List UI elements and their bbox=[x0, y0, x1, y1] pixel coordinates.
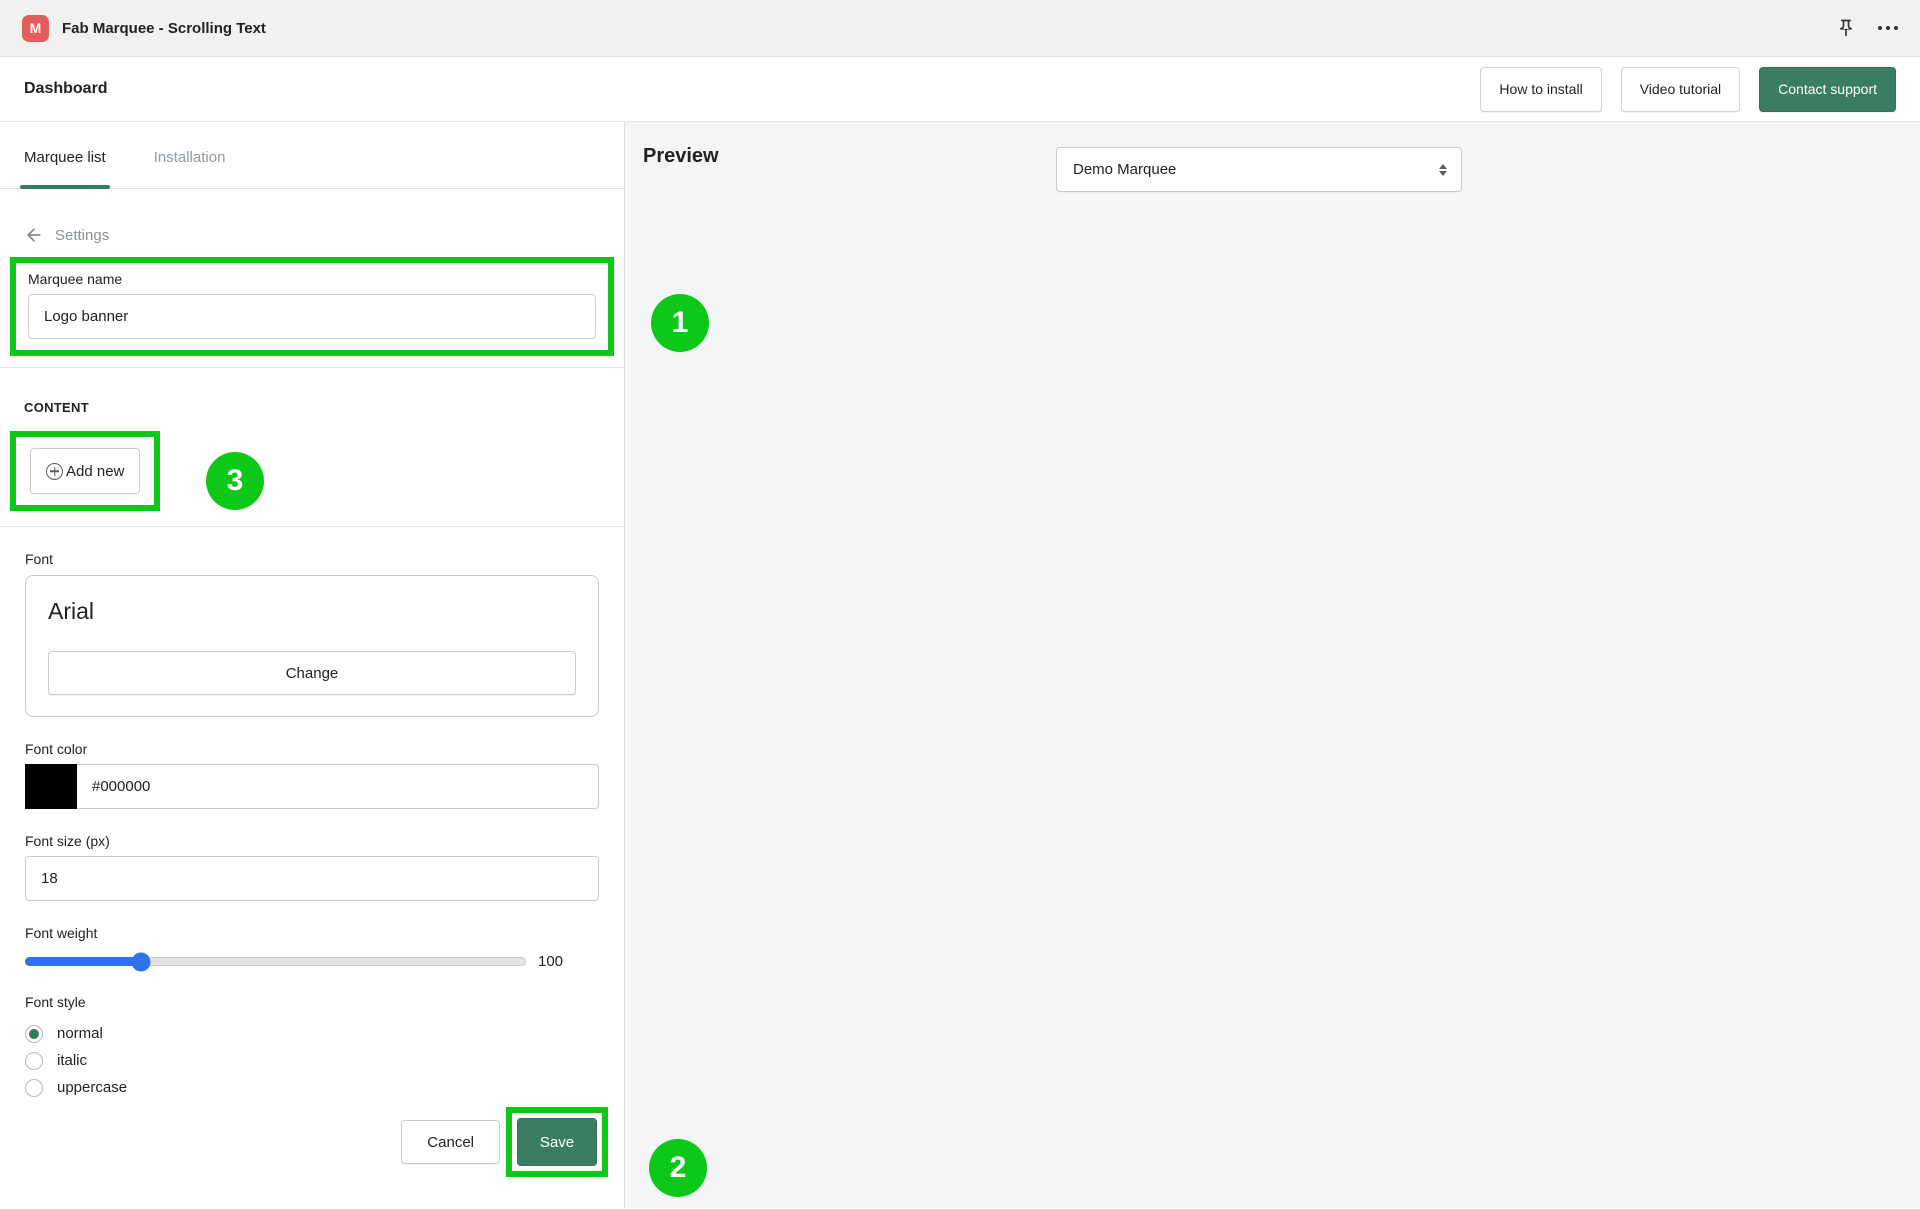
font-weight-value: 100 bbox=[538, 953, 563, 970]
divider bbox=[0, 367, 624, 368]
radio-icon[interactable] bbox=[25, 1079, 43, 1097]
app-window: M Fab Marquee - Scrolling Text Dashboard… bbox=[0, 0, 1920, 1209]
radio-icon[interactable] bbox=[25, 1025, 43, 1043]
font-style-option-uppercase[interactable]: uppercase bbox=[25, 1074, 599, 1101]
back-arrow-icon bbox=[24, 225, 44, 245]
save-button[interactable]: Save bbox=[517, 1118, 597, 1166]
back-link-label: Settings bbox=[55, 227, 109, 244]
tab-installation[interactable]: Installation bbox=[150, 149, 230, 188]
font-card: Arial Change bbox=[25, 575, 599, 717]
marquee-name-input[interactable] bbox=[28, 294, 596, 339]
font-size-label: Font size (px) bbox=[25, 833, 599, 849]
annotation-badge-1: 1 bbox=[651, 294, 709, 352]
caret-updown-icon bbox=[1439, 164, 1447, 176]
preview-title: Preview bbox=[643, 145, 719, 168]
app-title: Fab Marquee - Scrolling Text bbox=[62, 20, 266, 37]
font-style-label: Font style bbox=[25, 994, 599, 1010]
content-section-heading: CONTENT bbox=[24, 400, 600, 415]
radio-label: normal bbox=[57, 1025, 103, 1042]
annotation-box-3: Add new bbox=[10, 431, 160, 511]
marquee-select-dropdown[interactable]: Demo Marquee bbox=[1056, 147, 1462, 192]
selected-marquee-label: Demo Marquee bbox=[1073, 161, 1439, 178]
divider bbox=[0, 526, 624, 527]
font-size-input[interactable] bbox=[25, 856, 599, 901]
font-color-swatch[interactable] bbox=[25, 764, 77, 809]
panel-tabs: Marquee list Installation bbox=[0, 122, 624, 189]
page-title: Dashboard bbox=[24, 80, 108, 98]
preview-panel: Preview Demo Marquee bbox=[625, 122, 1920, 1208]
annotation-box-1: Marquee name bbox=[10, 257, 614, 356]
font-weight-label: Font weight bbox=[25, 925, 599, 941]
back-to-settings-link[interactable]: Settings bbox=[24, 225, 109, 245]
radio-label: italic bbox=[57, 1052, 87, 1069]
font-weight-fill bbox=[25, 957, 140, 966]
video-tutorial-button[interactable]: Video tutorial bbox=[1621, 67, 1740, 112]
ellipsis-menu-icon[interactable] bbox=[1878, 26, 1898, 30]
font-weight-slider[interactable] bbox=[25, 957, 526, 966]
how-to-install-button[interactable]: How to install bbox=[1480, 67, 1601, 112]
annotation-box-2: Save bbox=[506, 1107, 608, 1177]
annotation-badge-3: 3 bbox=[206, 452, 264, 510]
dashboard-header: Dashboard How to install Video tutorial … bbox=[0, 57, 1920, 122]
radio-icon[interactable] bbox=[25, 1052, 43, 1070]
marquee-name-label: Marquee name bbox=[28, 271, 596, 287]
settings-panel: Marquee list Installation Settings Marqu… bbox=[0, 122, 625, 1208]
cancel-button[interactable]: Cancel bbox=[401, 1120, 500, 1164]
topbar: M Fab Marquee - Scrolling Text bbox=[0, 0, 1920, 57]
font-style-option-normal[interactable]: normal bbox=[25, 1020, 599, 1047]
app-logo: M bbox=[22, 15, 49, 42]
font-label: Font bbox=[25, 551, 599, 567]
add-new-button[interactable]: Add new bbox=[30, 448, 140, 494]
font-style-option-italic[interactable]: italic bbox=[25, 1047, 599, 1074]
annotation-badge-2: 2 bbox=[649, 1139, 707, 1197]
change-font-button[interactable]: Change bbox=[48, 651, 576, 695]
font-color-input[interactable] bbox=[77, 764, 599, 809]
plus-icon bbox=[46, 463, 63, 480]
tab-marquee-list[interactable]: Marquee list bbox=[20, 149, 110, 188]
font-name-value: Arial bbox=[48, 598, 576, 625]
font-color-label: Font color bbox=[25, 741, 599, 757]
contact-support-button[interactable]: Contact support bbox=[1759, 67, 1896, 112]
font-weight-handle[interactable] bbox=[131, 952, 150, 971]
radio-label: uppercase bbox=[57, 1079, 127, 1096]
add-new-label: Add new bbox=[66, 463, 124, 480]
pin-icon[interactable] bbox=[1836, 18, 1856, 38]
